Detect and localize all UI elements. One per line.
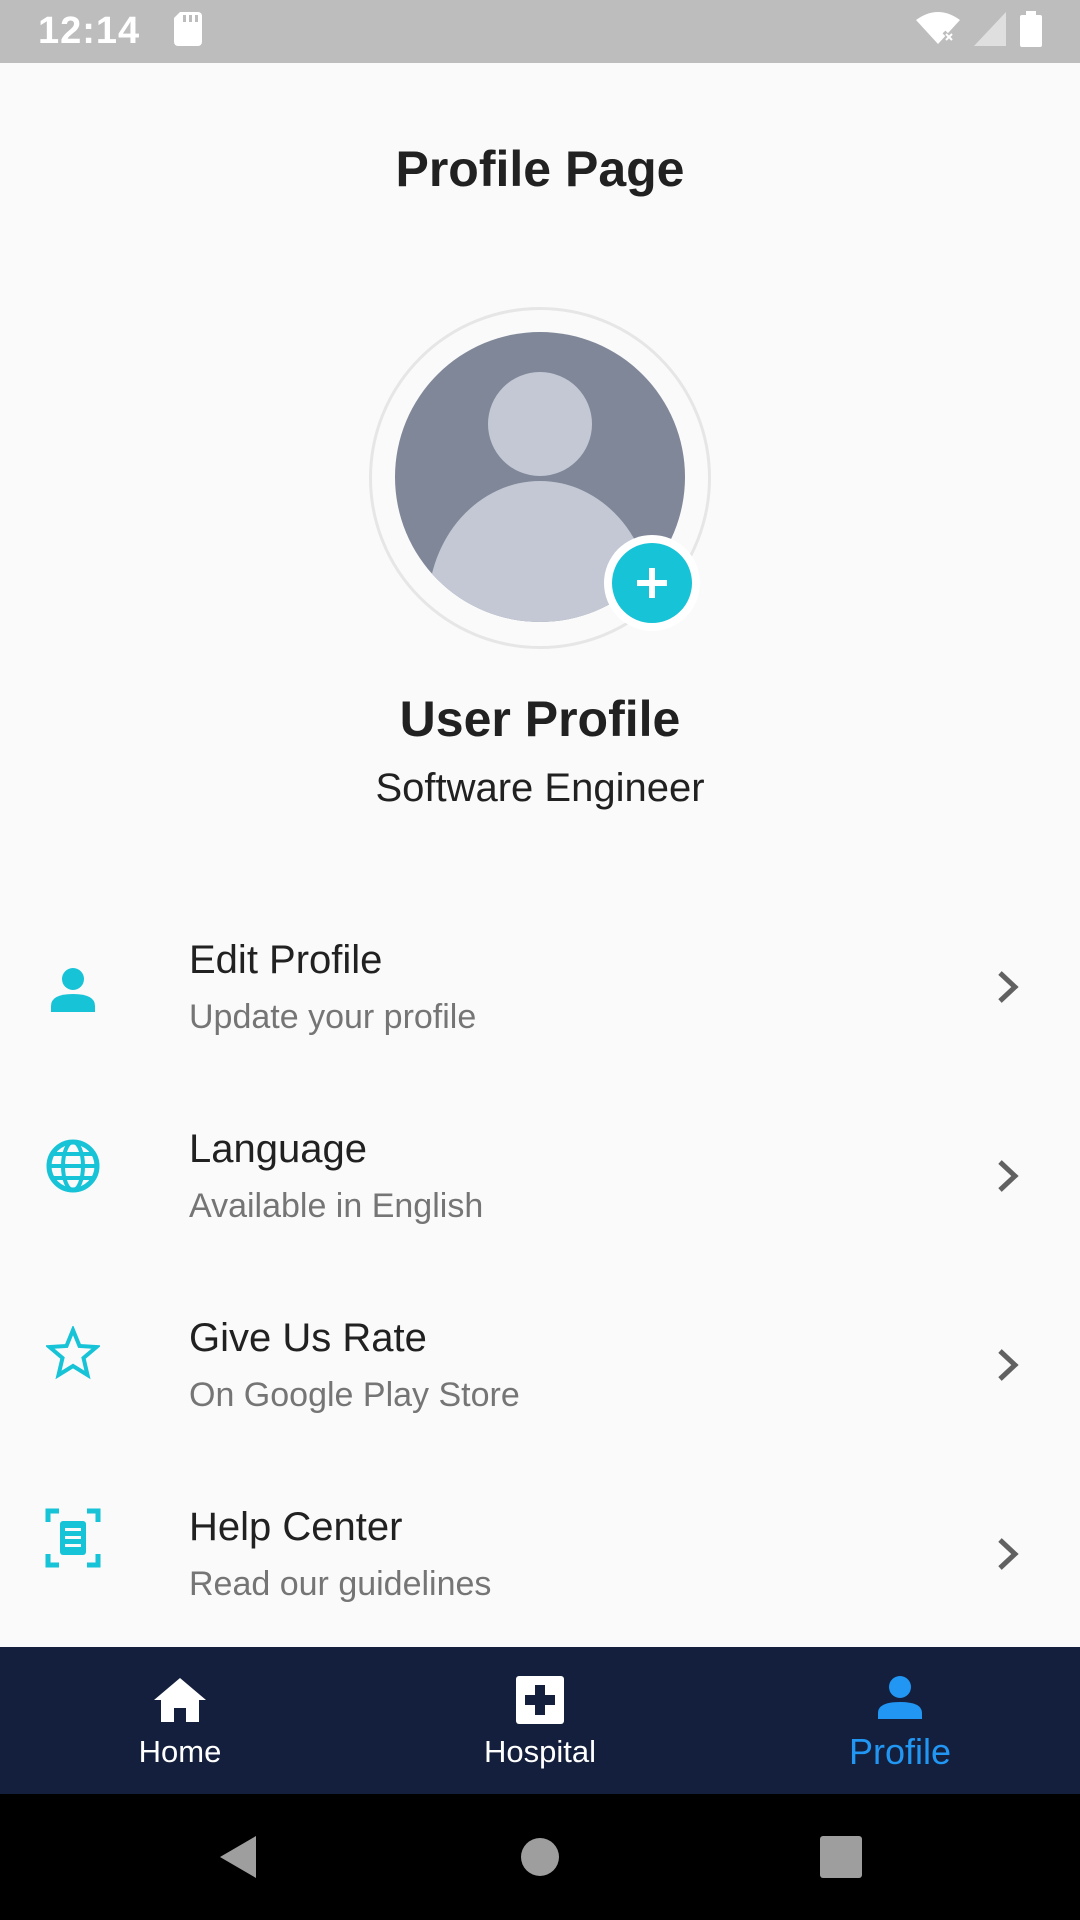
back-icon[interactable] [214,1832,264,1882]
nav-label-active: Profile [848,1730,952,1772]
nav-item-hospital[interactable]: Hospital [360,1647,720,1794]
menu-item-title: Help Center [189,1505,403,1549]
chevron-right-icon [990,1151,1026,1201]
menu-item-subtitle: On Google Play Store [189,1376,520,1414]
globe-icon [40,1133,106,1199]
chevron-right-icon [990,1529,1026,1579]
bottom-navigation: Home Hospital Profile [0,1647,1080,1794]
person-icon [878,1669,922,1725]
star-outline-icon [40,1320,106,1386]
menu-item-language[interactable]: Language Available in English [0,1127,1080,1297]
nav-label: Home [138,1733,222,1769]
page-title: Profile Page [395,141,685,197]
status-bar: 12:14 [0,0,1080,63]
signal-icon [974,12,1006,51]
menu-item-edit-profile[interactable]: Edit Profile Update your profile [0,938,1080,1108]
system-navigation-bar [0,1794,1080,1920]
plus-icon [637,568,667,598]
sd-card-icon [174,12,203,51]
home-button-icon[interactable] [515,1832,565,1882]
recents-icon[interactable] [816,1832,866,1882]
nav-label: Hospital [484,1733,596,1769]
chevron-right-icon [990,1340,1026,1390]
user-role: Software Engineer [375,766,705,810]
menu-item-title: Edit Profile [189,938,383,982]
nav-item-profile[interactable]: Profile [720,1647,1080,1794]
menu-item-title: Give Us Rate [189,1316,427,1360]
person-icon [40,956,106,1022]
wifi-icon [916,12,960,51]
chevron-right-icon [990,962,1026,1012]
menu-item-subtitle: Available in English [189,1187,484,1225]
menu-item-title: Language [189,1127,367,1171]
add-photo-button[interactable] [604,535,700,631]
menu-item-subtitle: Update your profile [189,998,477,1036]
menu-item-subtitle: Read our guidelines [189,1565,492,1603]
document-scan-icon [40,1505,106,1571]
home-icon [152,1672,208,1728]
status-time: 12:14 [38,10,141,52]
battery-icon [1020,11,1042,52]
user-name: User Profile [399,691,681,747]
hospital-cross-icon [516,1672,564,1728]
nav-item-home[interactable]: Home [0,1647,360,1794]
menu-item-give-us-rate[interactable]: Give Us Rate On Google Play Store [0,1316,1080,1486]
